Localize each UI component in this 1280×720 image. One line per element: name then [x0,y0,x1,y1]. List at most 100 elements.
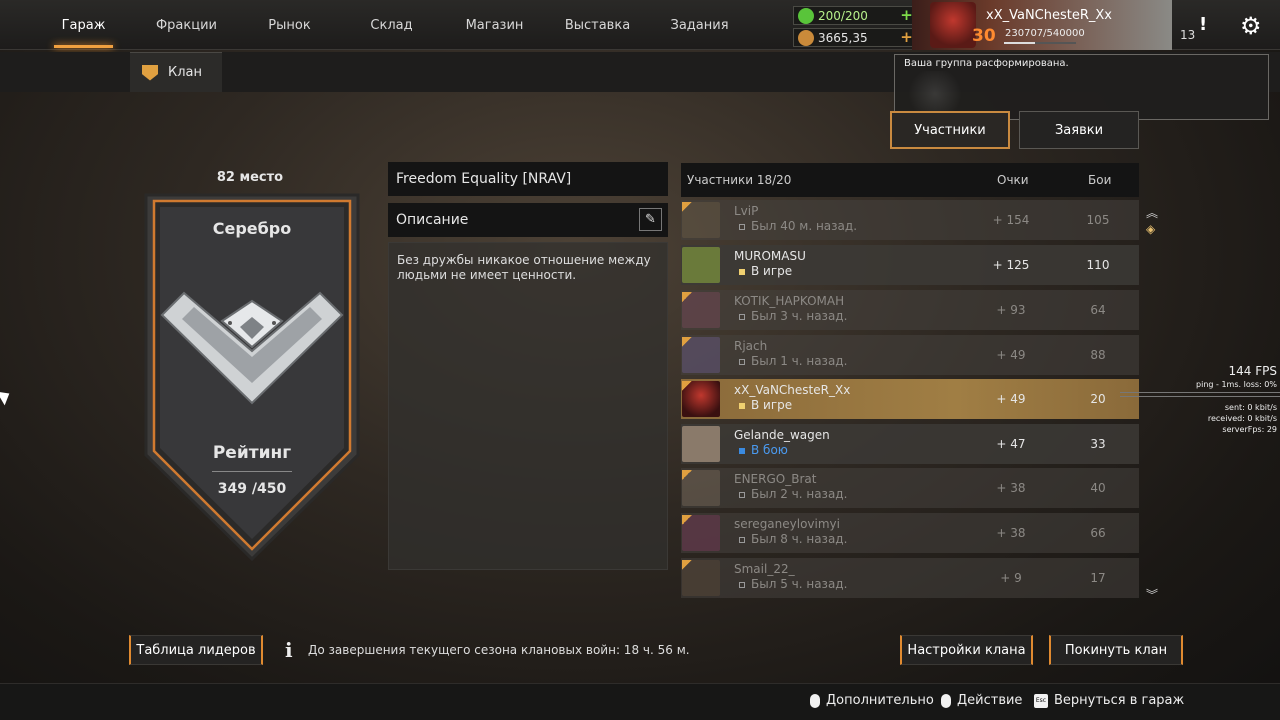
member-battles: 17 [1090,571,1106,585]
hint-action[interactable]: Действие [941,693,1022,708]
status-dot-icon [739,448,745,454]
rating-label: Рейтинг [212,443,292,463]
notification-count: 13 [1180,28,1196,42]
table-row[interactable]: MUROMASU В игре + 125 110 [681,245,1139,285]
status-dot-icon [739,359,745,365]
member-points: + 47 [996,437,1026,451]
tab-members[interactable]: Участники [890,111,1010,149]
member-name: LviP [734,204,759,218]
status-dot-icon [739,224,745,230]
member-battles: 110 [1086,258,1110,272]
table-row-self[interactable]: xX_VaNChesteR_Xx В игре + 49 20 [681,379,1139,419]
scroll-top-icon[interactable]: ︽ [1146,204,1158,221]
member-points: + 38 [996,526,1026,540]
status-dot-icon [739,582,745,588]
table-row[interactable]: Rjach Был 1 ч. назад. + 49 88 [681,335,1139,375]
member-battles: 40 [1090,481,1106,495]
clan-shield-icon [142,64,158,81]
member-name: MUROMASU [734,249,806,263]
member-status: Был 1 ч. назад. [751,354,848,368]
member-points: + 38 [996,481,1026,495]
league-banner: Серебро Рейтинг 349 /450 [140,193,370,563]
status-dot-icon [739,269,745,275]
nav-tab-garage[interactable]: Гараж [32,0,135,50]
member-name: KOTIK_HAPKOMAH [734,294,845,308]
nav-tab-market[interactable]: Рынок [238,0,341,50]
table-row[interactable]: Gelande_wagen В бою + 47 33 [681,424,1139,464]
left-mouse-icon [941,693,951,708]
info-icon: i [285,638,293,662]
rank-badge-icon [682,202,692,212]
ping-info: ping - 1ms. loss: 0% [1196,380,1277,389]
sent-info: sent: 0 kbit/s [1224,403,1277,412]
xp-progress-fill [1004,42,1035,44]
status-dot-icon [739,537,745,543]
coins-value: 3665,35 [818,30,868,45]
member-status: Был 3 ч. назад. [751,309,848,323]
member-status: В игре [751,264,793,278]
status-dot-icon [739,492,745,498]
member-battles: 64 [1090,303,1106,317]
edit-description-button[interactable]: ✎ [639,208,662,231]
member-points: + 49 [996,348,1026,362]
clan-settings-button[interactable]: Настройки клана [900,635,1033,665]
member-name: ENERGO_Brat [734,472,817,486]
leaderboard-button[interactable]: Таблица лидеров [129,635,263,665]
player-xp: 230707/540000 [1005,28,1085,39]
mouse-cursor-icon [0,386,14,406]
description-title: Описание [388,203,668,237]
fps-counter: 144 FPS [1228,364,1277,378]
hint-more[interactable]: Дополнительно [810,693,934,708]
hint-back[interactable]: Esc Вернуться в гараж [1034,693,1184,708]
member-points: + 9 [1000,571,1022,585]
nav-tab-storage[interactable]: Склад [340,0,443,50]
clan-name: Freedom Equality [NRAV] [388,162,668,196]
scroll-to-self-icon[interactable]: ◈ [1146,222,1155,236]
notification-text: Ваша группа расформирована. [904,58,1069,69]
league-name: Серебро [212,219,292,238]
season-timer: До завершения текущего сезона клановых в… [308,643,690,657]
table-row[interactable]: LviP Был 40 м. назад. + 154 105 [681,200,1139,240]
player-name: xX_VaNChesteR_Xx [986,8,1112,23]
hint-action-label: Действие [957,693,1023,708]
fuel-counter: 200/200 + [793,6,917,25]
player-level: 30 [972,26,996,46]
rank-badge-icon [682,560,692,570]
player-avatar [930,2,976,48]
tab-requests[interactable]: Заявки [1019,111,1139,149]
member-avatar [682,426,720,462]
pencil-icon: ✎ [645,212,656,227]
member-name: xX_VaNChesteR_Xx [734,383,851,397]
nav-tab-quests[interactable]: Задания [648,0,751,50]
player-profile[interactable]: 30 xX_VaNChesteR_Xx 230707/540000 [912,0,1172,50]
table-row[interactable]: Smail_22_ Был 5 ч. назад. + 9 17 [681,558,1139,598]
member-avatar [682,247,720,283]
members-count: Участники 18/20 [687,173,792,187]
members-table-header: Участники 18/20 Очки Бои [681,163,1139,197]
nav-tab-exhibition[interactable]: Выставка [546,0,649,50]
col-battles-header[interactable]: Бои [1088,173,1111,187]
member-name: Gelande_wagen [734,428,830,442]
tab-clan[interactable]: Клан [130,52,222,92]
gear-icon[interactable]: ⚙ [1240,12,1262,40]
nav-tab-shop[interactable]: Магазин [443,0,546,50]
nav-tab-factions[interactable]: Фракции [135,0,238,50]
hint-back-label: Вернуться в гараж [1054,693,1185,708]
leave-clan-button[interactable]: Покинуть клан [1049,635,1183,665]
table-row[interactable]: sereganeylovimyi Был 8 ч. назад. + 38 66 [681,513,1139,553]
col-points-header[interactable]: Очки [997,173,1029,187]
member-battles: 105 [1086,213,1110,227]
member-points: + 49 [996,392,1026,406]
status-dot-icon [739,403,745,409]
status-dot-icon [739,314,745,320]
coins-counter: 3665,35 + [793,28,917,47]
table-row[interactable]: ENERGO_Brat Был 2 ч. назад. + 38 40 [681,468,1139,508]
member-battles: 33 [1090,437,1106,451]
table-row[interactable]: KOTIK_HAPKOMAH Был 3 ч. назад. + 93 64 [681,290,1139,330]
notification-icon[interactable]: ! [1199,14,1207,35]
rank-badge-icon [682,515,692,525]
fuel-value: 200/200 [818,8,868,23]
scroll-bottom-icon[interactable]: ︾ [1146,586,1158,603]
network-stats: 144 FPS ping - 1ms. loss: 0% sent: 0 kbi… [1196,364,1277,435]
rank-badge-icon [682,470,692,480]
